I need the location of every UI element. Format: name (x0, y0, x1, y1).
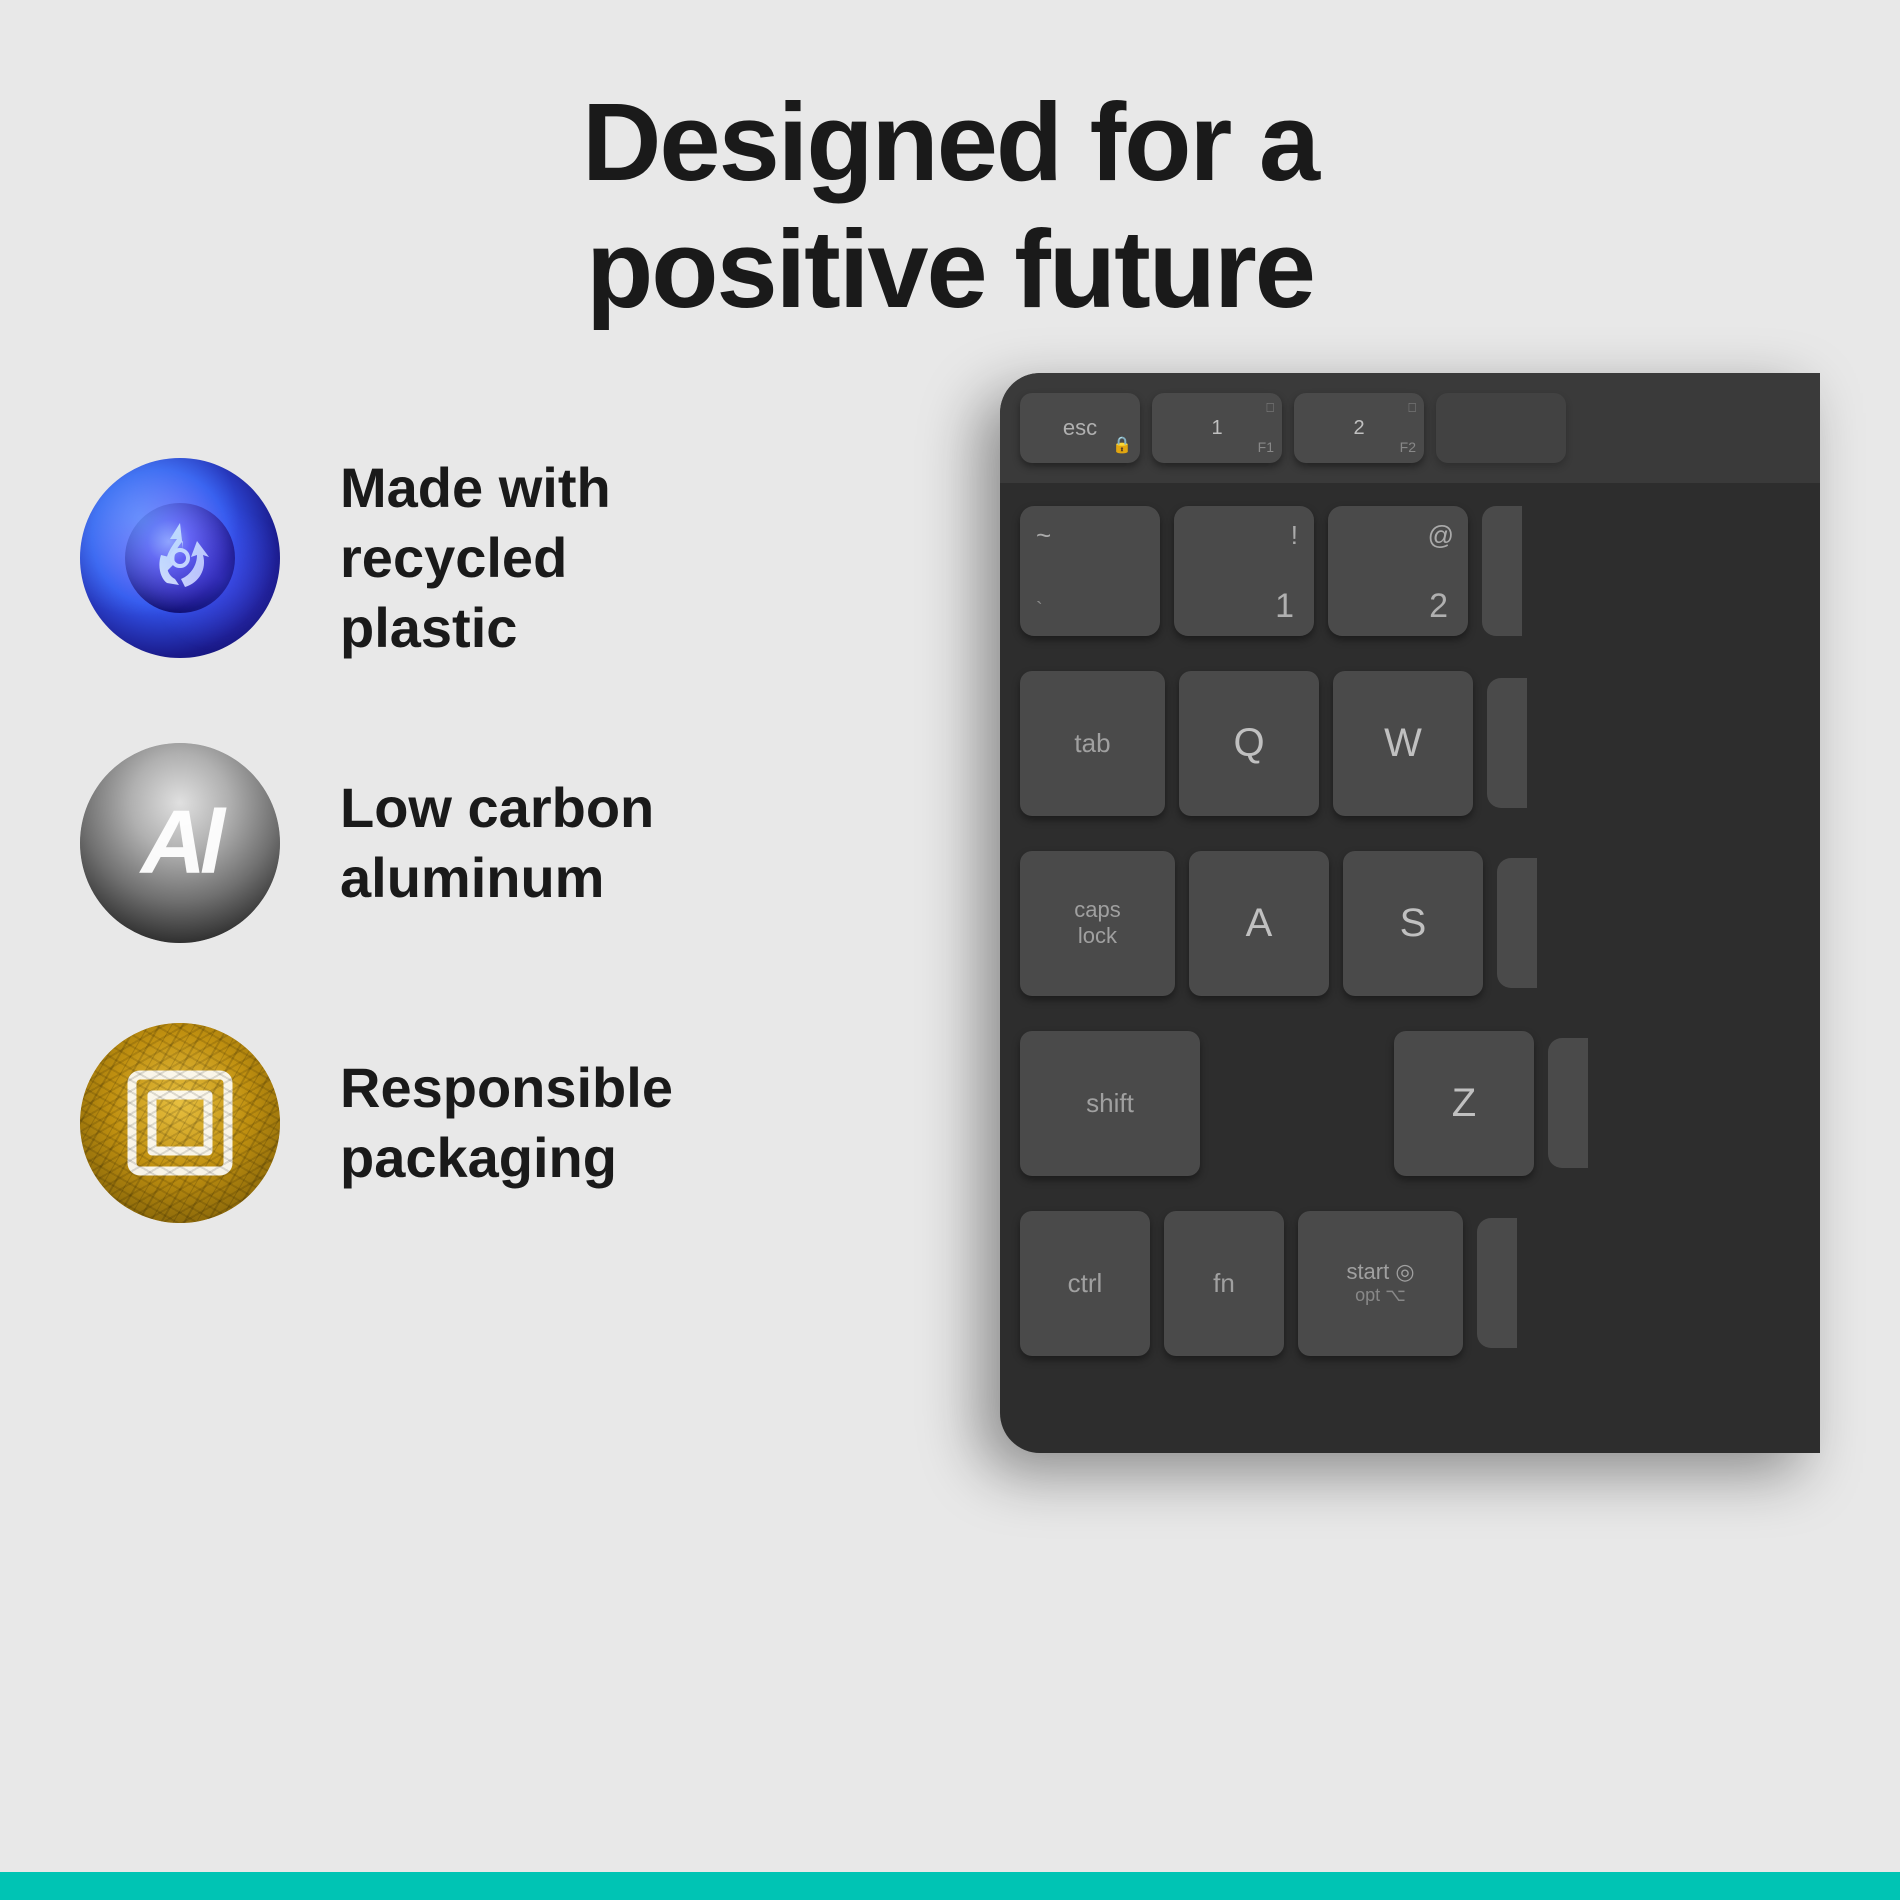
keyboard-qwerty-row: tab Q W (1000, 658, 1820, 828)
feature-low-carbon-aluminum: Al Low carbon aluminum (80, 743, 700, 943)
keyboard-container: esc 🔒 1 F1 ⎕ 2 F2 ⎕ (1000, 373, 1820, 1453)
key-tilde: ~ ` (1020, 506, 1160, 636)
key-partial-d (1497, 858, 1537, 988)
page-wrapper: Designed for a positive future (0, 0, 1900, 1900)
title-line1: Designed for a (582, 81, 1318, 204)
main-content: Designed for a positive future (0, 0, 1900, 1900)
keyboard-num-row: ~ ` ! 1 @ 2 (1000, 493, 1820, 648)
feature-responsible-packaging: Responsible packaging (80, 1023, 700, 1223)
key-a: A (1189, 851, 1329, 996)
key-s: S (1343, 851, 1483, 996)
key-z: Z (1394, 1031, 1534, 1176)
low-carbon-aluminum-label: Low carbon aluminum (340, 773, 654, 913)
keyboard-asdf-row: capslock A S (1000, 838, 1820, 1008)
key-w: W (1333, 671, 1473, 816)
packaging-icon (80, 1023, 280, 1223)
key-ctrl: ctrl (1020, 1211, 1150, 1356)
feature-recycled-plastic: Made with recycled plastic (80, 453, 700, 663)
key-partial-3 (1482, 506, 1522, 636)
lock-badge: 🔒 (1112, 435, 1132, 455)
key-esc: esc 🔒 (1020, 393, 1140, 463)
recycled-plastic-label: Made with recycled plastic (340, 453, 700, 663)
key-tab: tab (1020, 671, 1165, 816)
keyboard-section: esc 🔒 1 F1 ⎕ 2 F2 ⎕ (760, 413, 1820, 1453)
key-shift: shift (1020, 1031, 1200, 1176)
responsible-packaging-label: Responsible packaging (340, 1053, 673, 1193)
title-section: Designed for a positive future (80, 80, 1820, 333)
keyboard-bottom-row: ctrl fn start ◎ opt ⌥ (1000, 1198, 1820, 1368)
key-2: @ 2 (1328, 506, 1468, 636)
key-partial-c (1477, 1218, 1517, 1348)
key-fn2: 2 F2 ⎕ (1294, 393, 1424, 463)
content-row: Made with recycled plastic (80, 413, 1820, 1840)
aluminum-icon: Al (80, 743, 280, 943)
svg-text:Al: Al (139, 793, 227, 893)
key-start: start ◎ opt ⌥ (1298, 1211, 1463, 1356)
key-fn-bottom: fn (1164, 1211, 1284, 1356)
key-partial-x (1548, 1038, 1588, 1168)
packaging-svg-icon (80, 1023, 280, 1223)
keyboard-top-bar: esc 🔒 1 F1 ⎕ 2 F2 ⎕ (1000, 373, 1820, 483)
features-section: Made with recycled plastic (80, 413, 700, 1223)
key-q: Q (1179, 671, 1319, 816)
main-title: Designed for a positive future (80, 80, 1820, 333)
recycled-plastic-icon (80, 458, 280, 658)
key-1: ! 1 (1174, 506, 1314, 636)
keyboard-zxcv-row: shift Z (1000, 1018, 1820, 1188)
recycle-svg-icon (125, 503, 235, 613)
title-line2: positive future (586, 208, 1314, 331)
key-caps-lock: capslock (1020, 851, 1175, 996)
aluminum-svg-icon: Al (80, 743, 280, 943)
key-partial-e (1487, 678, 1527, 808)
key-fn3 (1436, 393, 1566, 463)
key-fn1: 1 F1 ⎕ (1152, 393, 1282, 463)
keyboard-body: esc 🔒 1 F1 ⎕ 2 F2 ⎕ (1000, 373, 1820, 1453)
bottom-bar (0, 1872, 1900, 1900)
